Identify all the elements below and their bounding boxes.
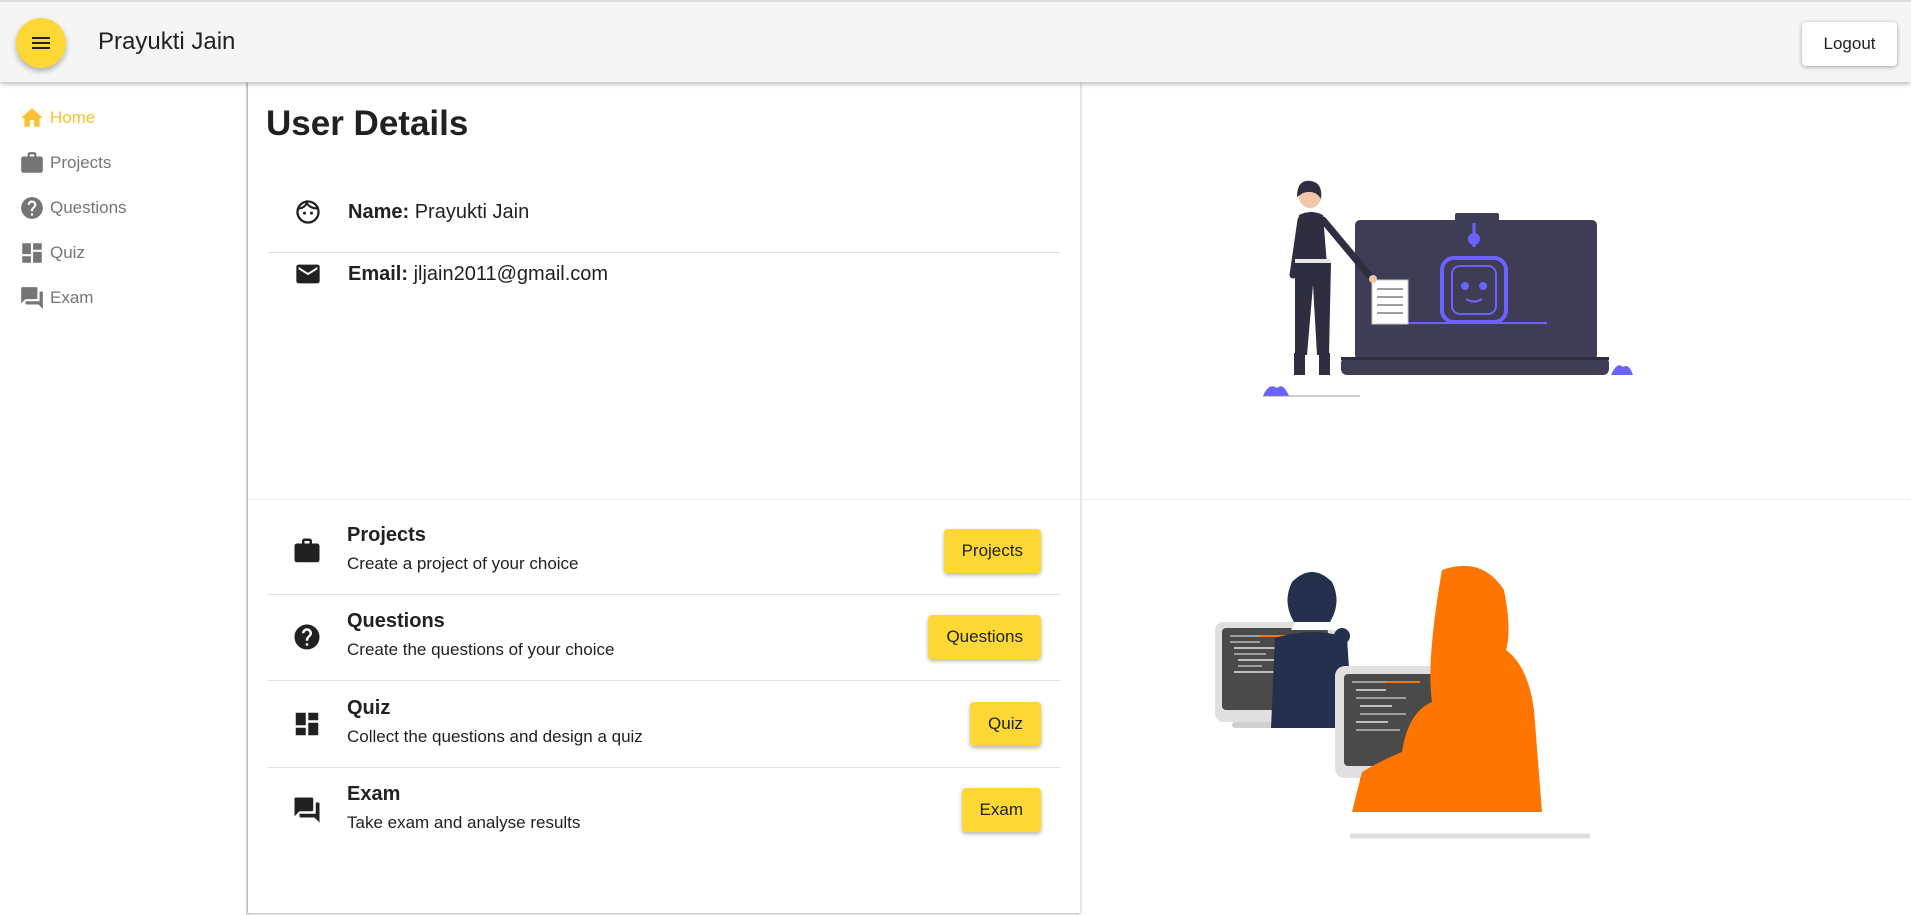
sidebar-item-home[interactable]: Home — [18, 102, 95, 134]
app-title: Prayukti Jain — [98, 28, 236, 55]
sidebar-item-projects[interactable]: Projects — [18, 147, 111, 179]
divider — [268, 252, 1060, 253]
feature-title: Questions — [347, 610, 445, 632]
sidebar-item-label: Exam — [50, 288, 94, 307]
briefcase-icon — [18, 149, 46, 177]
home-icon — [18, 104, 46, 132]
questions-button[interactable]: Questions — [928, 615, 1041, 659]
forum-icon — [294, 797, 320, 823]
user-email-row: Email: jljain2011@gmail.com — [268, 255, 1060, 293]
feature-row-quiz: Quiz Collect the questions and design a … — [268, 689, 1060, 775]
sidebar-item-questions[interactable]: Questions — [18, 192, 127, 224]
email-label: Email: — [348, 262, 409, 285]
sidebar-item-label: Projects — [50, 153, 112, 172]
divider — [268, 594, 1060, 595]
email-icon — [268, 260, 348, 288]
email-value: jljain2011@gmail.com — [413, 262, 609, 285]
quiz-button[interactable]: Quiz — [970, 702, 1041, 746]
feature-description: Create a project of your choice — [347, 554, 579, 573]
briefcase-icon — [294, 538, 320, 563]
sidebar-item-exam[interactable]: Exam — [18, 282, 93, 314]
projects-button[interactable]: Projects — [943, 529, 1041, 573]
feature-title: Quiz — [347, 697, 391, 719]
help-circle-icon — [18, 194, 46, 222]
sidebar-item-label: Home — [50, 108, 96, 127]
name-label: Name: — [348, 200, 410, 223]
sidebar: Home Projects Questions Quiz Exam — [0, 82, 247, 915]
face-icon — [268, 198, 348, 226]
help-circle-icon — [294, 624, 320, 650]
feature-row-projects: Projects Create a project of your choice… — [268, 516, 1060, 602]
dashboard-icon — [18, 239, 46, 267]
menu-icon — [32, 37, 50, 49]
menu-button[interactable] — [16, 18, 66, 68]
exam-button[interactable]: Exam — [961, 788, 1041, 832]
divider — [268, 680, 1060, 681]
sidebar-item-label: Questions — [50, 198, 127, 217]
column-divider — [1081, 82, 1082, 913]
feature-title: Projects — [347, 524, 426, 546]
user-name-row: Name: Prayukti Jain — [268, 193, 1060, 231]
coding-illustration — [1215, 565, 1590, 839]
section-divider — [248, 499, 1911, 500]
sidebar-item-label: Quiz — [50, 243, 85, 262]
dashboard-icon — [295, 712, 319, 736]
feature-description: Collect the questions and design a quiz — [347, 727, 643, 746]
presentation-illustration — [1263, 180, 1633, 397]
feature-row-questions: Questions Create the questions of your c… — [268, 602, 1060, 688]
page-title: User Details — [266, 104, 469, 143]
divider — [268, 767, 1060, 768]
feature-description: Create the questions of your choice — [347, 640, 615, 659]
sidebar-item-quiz[interactable]: Quiz — [18, 237, 85, 269]
feature-description: Take exam and analyse results — [347, 813, 581, 832]
name-value: Prayukti Jain — [414, 200, 530, 223]
feature-title: Exam — [347, 783, 401, 805]
logout-button[interactable]: Logout — [1802, 22, 1897, 66]
feature-row-exam: Exam Take exam and analyse results Exam — [268, 775, 1060, 861]
app-bar: Prayukti Jain Logout — [0, 0, 1911, 82]
forum-icon — [18, 284, 46, 312]
